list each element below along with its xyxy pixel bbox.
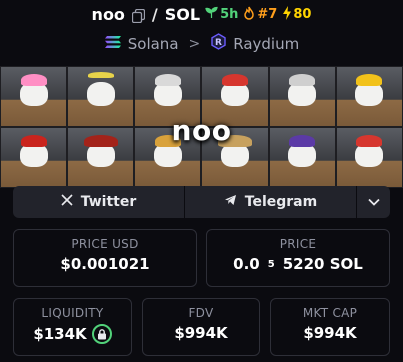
flame-icon xyxy=(243,6,255,24)
x-icon xyxy=(61,194,73,210)
quote-symbol: SOL xyxy=(164,5,201,24)
pair-age: 5h xyxy=(205,6,238,23)
liquidity-label: LIQUIDITY xyxy=(41,306,104,320)
fdv-card: FDV $994K xyxy=(142,298,260,356)
price-usd-card: PRICE USD $0.001021 xyxy=(13,229,197,287)
dex-name[interactable]: Raydium xyxy=(233,35,299,53)
market-cap-label: MKT CAP xyxy=(302,306,358,320)
price-usd-value: $0.001021 xyxy=(60,255,150,273)
more-links-button[interactable] xyxy=(357,186,390,218)
twitter-button[interactable]: Twitter xyxy=(13,186,185,218)
price-usd-label: PRICE USD xyxy=(71,237,139,251)
liquidity-value: $134K xyxy=(33,325,87,343)
chevron-down-icon xyxy=(367,194,380,210)
price-native-zero-count: 5 xyxy=(267,258,275,270)
paper-plane-icon xyxy=(224,194,237,210)
boost-count-value: 80 xyxy=(293,7,312,22)
seedling-icon xyxy=(205,6,218,23)
price-native-label: PRICE xyxy=(279,237,317,251)
trending-rank: #7 xyxy=(243,6,277,24)
solana-icon xyxy=(104,35,122,53)
telegram-label: Telegram xyxy=(244,194,318,210)
chain-name[interactable]: Solana xyxy=(128,35,179,53)
fdv-label: FDV xyxy=(188,306,214,320)
social-links: Twitter Telegram xyxy=(13,186,390,218)
pair-age-value: 5h xyxy=(220,7,239,22)
market-cap-card: MKT CAP $994K xyxy=(270,298,390,356)
raydium-icon: R xyxy=(210,33,227,54)
chain-breadcrumb: Solana > R Raydium xyxy=(0,33,403,54)
lightning-icon xyxy=(282,5,292,24)
lock-icon[interactable] xyxy=(91,324,112,344)
fdv-value: $994K xyxy=(174,324,228,342)
market-cap-value: $994K xyxy=(303,324,357,342)
token-banner: noo xyxy=(0,66,403,188)
pair-separator: / xyxy=(151,5,158,24)
copy-icon[interactable] xyxy=(131,8,146,23)
price-native-card: PRICE 0.0 5 5220 SOL xyxy=(206,229,390,287)
price-native-value: 0.0 5 5220 SOL xyxy=(207,255,389,273)
price-native-prefix: 0.0 xyxy=(233,255,260,273)
trending-rank-value: #7 xyxy=(257,7,278,22)
chevron-right-icon: > xyxy=(188,35,201,52)
telegram-button[interactable]: Telegram xyxy=(185,186,357,218)
liquidity-value-row: $134K xyxy=(14,324,131,344)
banner-title: noo xyxy=(171,114,232,147)
liquidity-card: LIQUIDITY $134K xyxy=(13,298,132,356)
twitter-label: Twitter xyxy=(80,194,137,210)
pair-title-row: noo / SOL 5h #7 80 xyxy=(0,5,403,24)
pair-header: noo / SOL 5h #7 80 Solana > R Raydium xyxy=(0,0,403,62)
token-symbol: noo xyxy=(91,5,125,24)
price-native-digits: 5220 SOL xyxy=(282,255,363,273)
boost-count: 80 xyxy=(282,5,312,24)
svg-text:R: R xyxy=(215,38,222,48)
